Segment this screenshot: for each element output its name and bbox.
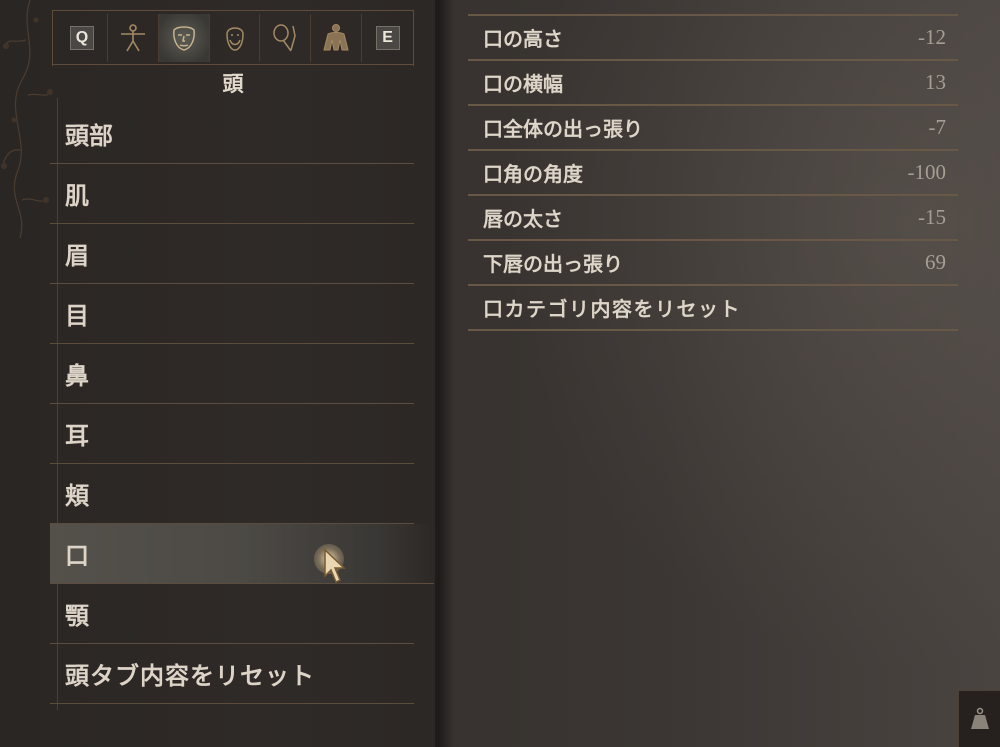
- tab-bar: Q E: [57, 14, 413, 62]
- tab-hair[interactable]: [210, 14, 261, 62]
- param-label: 口全体の出っ張り: [483, 117, 643, 141]
- weight-indicator: [958, 690, 1000, 747]
- e-key-badge: E: [375, 26, 400, 50]
- body-figure-icon: [120, 24, 145, 52]
- category-item[interactable]: 鼻: [50, 344, 414, 404]
- bearded-head-icon: [225, 27, 244, 51]
- tab-head[interactable]: [158, 14, 210, 62]
- param-value: -15: [918, 205, 946, 229]
- param-label: 下唇の出っ張り: [483, 252, 623, 276]
- hand-mirror-icon: [273, 24, 297, 52]
- category-item[interactable]: 肌: [50, 164, 414, 224]
- param-label: 口角の角度: [483, 162, 583, 186]
- category-item[interactable]: 顎: [50, 584, 414, 644]
- param-row-mouth-width[interactable]: 口の横幅 13: [468, 61, 958, 106]
- q-key-badge: Q: [69, 26, 94, 50]
- vine-decoration-icon: [1, 0, 53, 239]
- reset-mouth-category-button[interactable]: 口カテゴリ内容をリセット: [468, 286, 958, 331]
- category-item[interactable]: 頭部: [50, 104, 414, 164]
- param-value: 13: [925, 70, 946, 94]
- category-item[interactable]: 頬: [50, 464, 414, 524]
- param-label: 唇の太さ: [483, 207, 563, 231]
- reset-head-tab-button[interactable]: 頭タブ内容をリセット: [50, 644, 414, 704]
- tab-body[interactable]: [108, 14, 159, 62]
- tab-key-e[interactable]: E: [362, 14, 413, 62]
- param-label: 口カテゴリ内容をリセット: [483, 297, 741, 321]
- category-item[interactable]: 眉: [50, 224, 414, 284]
- tab-key-q[interactable]: Q: [57, 14, 108, 62]
- torso-icon: [323, 24, 349, 51]
- param-row-mouth-height[interactable]: 口の高さ -12: [468, 16, 958, 61]
- category-item[interactable]: 耳: [50, 404, 414, 464]
- tab-title: 頭: [222, 71, 244, 96]
- face-mask-icon: [172, 26, 195, 51]
- category-item[interactable]: 目: [50, 284, 414, 344]
- param-row-lower-lip-protrusion[interactable]: 下唇の出っ張り 69: [468, 241, 958, 286]
- tab-divider: [52, 64, 414, 65]
- param-row-mouth-protrusion[interactable]: 口全体の出っ張り -7: [468, 106, 958, 151]
- category-list: 頭部 肌 眉 目 鼻 耳 頬 口 顎 頭タブ内容をリセット: [50, 104, 434, 704]
- param-value: -7: [928, 115, 947, 139]
- category-item-selected[interactable]: 口: [50, 524, 434, 584]
- param-value: -12: [918, 25, 946, 49]
- parameter-list: 口の高さ -12 口の横幅 13 口全体の出っ張り -7 口角の角度 -100 …: [468, 14, 958, 331]
- param-label: 口の横幅: [483, 72, 563, 96]
- weight-icon: [970, 707, 989, 729]
- param-label: 口の高さ: [483, 27, 563, 51]
- left-panel: Q E 頭 頭部 肌 眉 目 鼻 耳 頬 口 顎 頭タブ内容をリセット: [0, 0, 438, 747]
- param-value: -100: [907, 160, 947, 184]
- param-value: 69: [925, 250, 946, 274]
- param-row-lip-thickness[interactable]: 唇の太さ -15: [468, 196, 958, 241]
- tab-physique[interactable]: [311, 14, 363, 62]
- param-row-mouth-corner-angle[interactable]: 口角の角度 -100: [468, 151, 958, 196]
- pointer-cursor-icon: [324, 548, 346, 584]
- tab-makeup[interactable]: [260, 14, 312, 62]
